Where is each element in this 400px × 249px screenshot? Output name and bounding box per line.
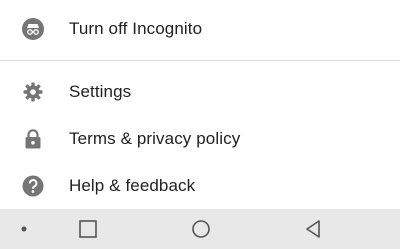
lock-icon xyxy=(22,128,44,150)
menu-item-label: Help & feedback xyxy=(69,176,196,195)
menu-item-turn-off-incognito[interactable]: Turn off Incognito xyxy=(0,6,400,52)
menu-item-label: Turn off Incognito xyxy=(69,19,203,38)
menu-item-label: Settings xyxy=(69,82,132,101)
gear-icon xyxy=(22,81,44,103)
divider xyxy=(0,60,400,61)
dot-icon[interactable] xyxy=(4,209,44,249)
incognito-icon xyxy=(22,18,44,40)
recents-square-icon[interactable] xyxy=(68,209,108,249)
menu-item-settings[interactable]: Settings xyxy=(0,69,400,115)
home-circle-icon[interactable] xyxy=(181,209,221,249)
menu-item-help-feedback[interactable]: Help & feedback xyxy=(0,163,400,209)
menu-item-label: Terms & privacy policy xyxy=(69,129,241,148)
navigation-bar xyxy=(0,209,400,249)
help-icon xyxy=(22,175,44,197)
back-triangle-icon[interactable] xyxy=(294,209,334,249)
menu-item-terms-privacy[interactable]: Terms & privacy policy xyxy=(0,116,400,162)
